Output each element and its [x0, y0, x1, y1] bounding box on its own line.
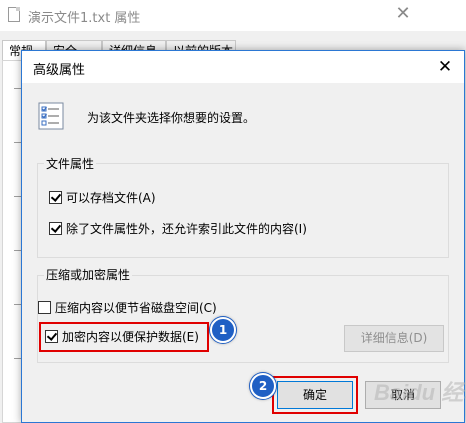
ok-button[interactable]: 确定 [277, 381, 353, 409]
compress-option[interactable]: 压缩内容以便节省磁盘空间(C) [38, 298, 217, 316]
details-button[interactable]: 详细信息(D) [344, 325, 444, 352]
encrypt-label: 加密内容以便保护数据(E) [62, 329, 199, 344]
file-attributes-title: 文件属性 [44, 155, 97, 172]
checklist-icon [38, 102, 64, 130]
step-badge-2: 2 [250, 373, 276, 399]
background-window-title: 演示文件1.txt 属性 [28, 11, 141, 26]
archive-option[interactable]: 可以存档文件(A) [49, 188, 156, 206]
index-option[interactable]: 除了文件属性外，还允许索引此文件的内容(I) [49, 219, 307, 237]
cancel-button[interactable]: 取消 [365, 381, 441, 409]
archive-label: 可以存档文件(A) [66, 190, 156, 205]
file-attributes-group [37, 163, 449, 258]
document-icon [8, 7, 20, 22]
close-icon[interactable]: ✕ [434, 56, 456, 78]
background-close-icon[interactable]: ✕ [392, 3, 414, 25]
dialog-title: 高级属性 [33, 63, 86, 78]
encrypt-checkbox[interactable] [45, 329, 58, 343]
step-badge-1: 1 [210, 317, 236, 343]
compress-label: 压缩内容以便节省磁盘空间(C) [55, 300, 217, 315]
encrypt-option[interactable]: 加密内容以便保护数据(E) [45, 327, 199, 345]
compress-checkbox[interactable] [38, 300, 51, 314]
dialog-description: 为该文件夹选择你想要的设置。 [87, 111, 256, 125]
advanced-attributes-dialog: 高级属性 ✕ 为该文件夹选择你想要的设置。 文件属性 可以存档文件(A) 除了文… [21, 50, 466, 423]
archive-checkbox[interactable] [49, 190, 62, 204]
index-label: 除了文件属性外，还允许索引此文件的内容(I) [66, 221, 307, 236]
dialog-title-bar: 高级属性 ✕ [22, 51, 464, 83]
compress-encrypt-title: 压缩或加密属性 [44, 266, 133, 283]
index-checkbox[interactable] [49, 221, 62, 235]
background-title-bar: 演示文件1.txt 属性 ✕ [0, 0, 466, 31]
